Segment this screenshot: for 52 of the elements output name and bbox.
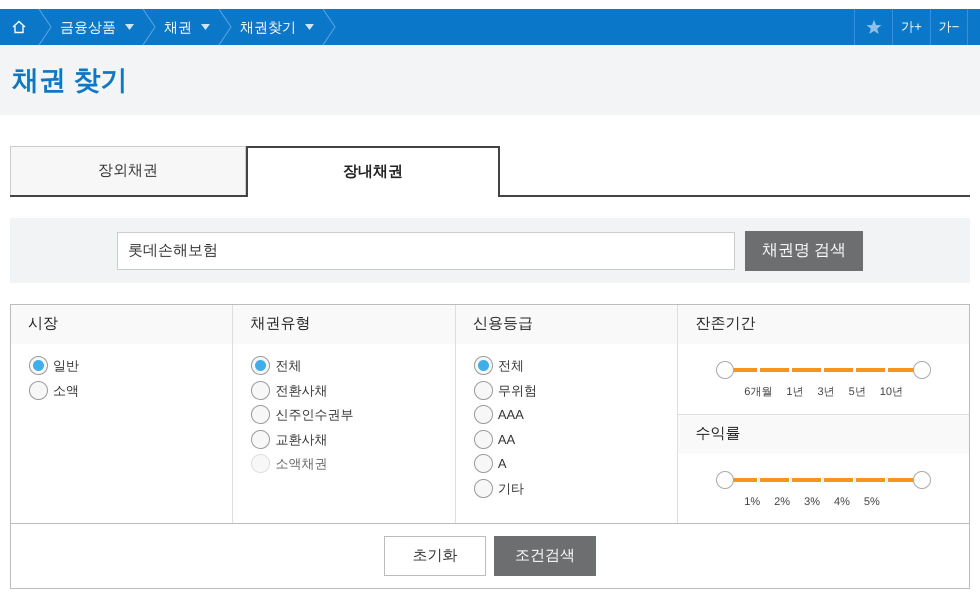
section-heading: 신용등급	[472, 314, 533, 334]
radio-option[interactable]: 전환사채	[251, 380, 437, 400]
tick-label: 1%	[744, 494, 760, 510]
page-title: 채권 찾기	[12, 64, 128, 97]
chevron-separator-icon	[218, 9, 232, 45]
tick-label: 3%	[804, 494, 820, 510]
tick-label: 3년	[818, 385, 835, 400]
star-icon	[866, 19, 882, 35]
chevron-separator-icon	[322, 9, 336, 45]
radio-option[interactable]: AAA	[474, 405, 660, 424]
radio-option[interactable]: A	[474, 454, 660, 474]
search-button[interactable]: 조건검색	[494, 536, 596, 576]
search-field[interactable]: 롯데손해보험	[116, 232, 735, 270]
radio-option[interactable]: 전체	[474, 356, 660, 376]
range-slider[interactable]	[716, 470, 932, 488]
tick-label: 4%	[834, 494, 850, 510]
breadcrumb-link[interactable]: 금융상품	[52, 9, 142, 45]
tick-label: 10년	[880, 385, 904, 400]
radio-option[interactable]: 일반	[29, 356, 214, 376]
slider-handle[interactable]	[913, 361, 932, 379]
tab[interactable]: 장내채권	[246, 146, 500, 197]
radio-option[interactable]: AA	[474, 430, 660, 449]
range-slider[interactable]	[716, 361, 932, 379]
section-heading: 시장	[28, 314, 58, 334]
radio-option[interactable]: 소액	[29, 380, 214, 400]
caret-icon	[125, 24, 134, 30]
breadcrumb-link[interactable]: 채권	[156, 9, 218, 45]
caret-icon	[201, 24, 210, 30]
home-icon	[12, 20, 26, 34]
tick-label: 6개월	[744, 385, 772, 400]
slider-handle[interactable]	[716, 361, 734, 379]
caret-icon	[305, 24, 314, 30]
section-heading: 채권유형	[250, 314, 310, 334]
tab[interactable]: 장외채권	[10, 146, 246, 195]
chevron-separator-icon	[142, 9, 156, 45]
section-heading: 수익률	[695, 424, 740, 444]
radio-option[interactable]: 무위험	[474, 380, 660, 400]
tick-label: 2%	[774, 494, 790, 510]
slider-handle[interactable]	[913, 470, 932, 488]
reset-button[interactable]: 초기화	[384, 536, 486, 576]
chevron-separator-icon	[38, 9, 52, 45]
tick-label: 5%	[864, 494, 880, 510]
search-button[interactable]: 채권명 검색	[744, 230, 864, 270]
section-heading: 잔존기간	[695, 314, 756, 334]
radio-option[interactable]: 교환사채	[251, 430, 437, 449]
radio-option[interactable]: 신주인수권부	[251, 405, 437, 424]
tick-label: 5년	[848, 385, 866, 400]
radio-option[interactable]: 전체	[251, 356, 437, 376]
slider-handle[interactable]	[716, 470, 734, 488]
breadcrumb-link[interactable]: 채권찾기	[232, 9, 322, 45]
radio-option[interactable]: 기타	[474, 478, 660, 498]
tick-label: 1년	[786, 385, 804, 400]
